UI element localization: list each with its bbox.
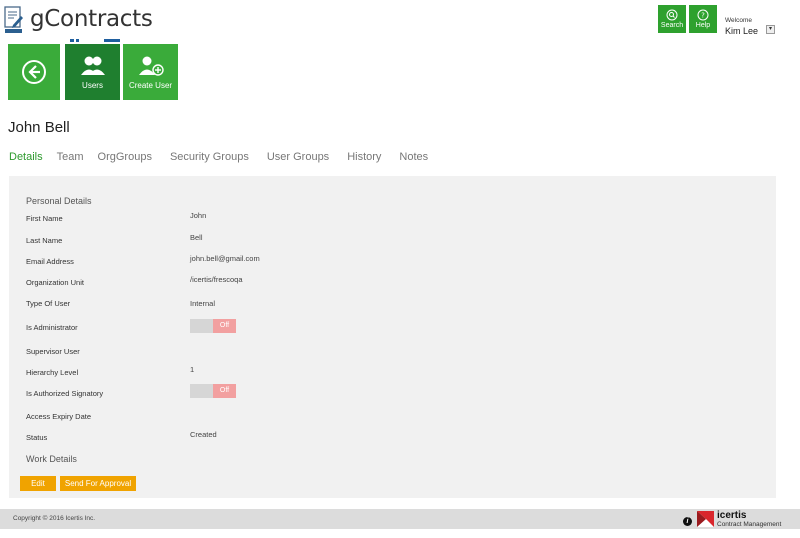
create-user-tile-label: Create User <box>128 80 173 90</box>
value-email-address: john.bell@gmail.com <box>190 254 260 263</box>
label-hierarchy-level: Hierarchy Level <box>26 368 79 377</box>
search-button-label: Search <box>660 21 684 29</box>
tab-notes[interactable]: Notes <box>399 151 428 163</box>
help-button-label: Help <box>695 21 711 29</box>
value-first-name: John <box>190 211 207 220</box>
label-supervisor-user: Supervisor User <box>26 347 80 356</box>
users-tile-label: Users <box>82 80 103 90</box>
icertis-logo <box>697 511 714 527</box>
edit-button[interactable]: Edit <box>20 476 56 491</box>
welcome-label: Welcome <box>725 17 752 24</box>
svg-text:?: ? <box>701 11 705 19</box>
help-button[interactable]: ? Help <box>689 5 717 33</box>
toggle-state: Off <box>213 384 236 398</box>
document-pen-icon <box>4 6 23 33</box>
tab-details[interactable]: Details <box>9 151 43 163</box>
tab-team[interactable]: Team <box>57 151 84 163</box>
app-logo <box>4 5 24 35</box>
page-title: John Bell <box>8 119 70 136</box>
header-decoration <box>66 39 122 43</box>
brand-tagline: Contract Management <box>717 521 782 528</box>
search-button[interactable]: Search <box>658 5 686 33</box>
footer: Copyright © 2016 Icertis Inc. i icertis … <box>0 509 800 529</box>
toggle-state: Off <box>213 319 236 333</box>
is-authorized-signatory-toggle[interactable]: Off <box>190 384 236 398</box>
value-organization-unit: /icertis/frescoqa <box>190 275 243 284</box>
user-menu-caret-icon[interactable]: ▾ <box>766 25 775 34</box>
search-icon <box>666 9 678 20</box>
tab-security-groups[interactable]: Security Groups <box>170 151 249 163</box>
value-type-of-user: Internal <box>190 299 216 308</box>
users-tile[interactable]: Users <box>65 44 120 100</box>
label-status: Status <box>26 433 48 442</box>
send-for-approval-button[interactable]: Send For Approval <box>60 476 136 491</box>
toggle-knob <box>190 319 213 333</box>
back-arrow-icon <box>22 60 46 84</box>
section-personal-details: Personal Details <box>26 196 92 206</box>
label-last-name: Last Name <box>26 236 63 245</box>
create-user-tile[interactable]: Create User <box>123 44 178 100</box>
value-last-name: Bell <box>190 233 203 242</box>
tab-orggroups[interactable]: OrgGroups <box>98 151 152 163</box>
current-user-name[interactable]: Kim Lee <box>725 26 758 36</box>
back-button[interactable] <box>8 44 60 100</box>
add-user-icon <box>138 56 164 76</box>
label-is-administrator: Is Administrator <box>26 323 78 332</box>
is-administrator-toggle[interactable]: Off <box>190 319 236 333</box>
info-icon[interactable]: i <box>683 517 692 526</box>
label-organization-unit: Organization Unit <box>26 278 84 287</box>
label-email-address: Email Address <box>26 257 74 266</box>
label-first-name: First Name <box>26 214 63 223</box>
brand-name: icertis <box>717 510 747 521</box>
help-icon: ? <box>697 9 709 20</box>
section-work-details: Work Details <box>26 454 77 464</box>
copyright-text: Copyright © 2016 Icertis Inc. <box>13 515 96 522</box>
detail-tabs: Details Team OrgGroups Security Groups U… <box>9 151 428 163</box>
details-panel <box>9 176 776 498</box>
tab-user-groups[interactable]: User Groups <box>267 151 329 163</box>
tab-history[interactable]: History <box>347 151 381 163</box>
label-is-authorized-signatory: Is Authorized Signatory <box>26 389 104 398</box>
value-hierarchy-level: 1 <box>190 365 195 374</box>
label-type-of-user: Type Of User <box>26 299 71 308</box>
label-access-expiry-date: Access Expiry Date <box>26 412 92 421</box>
toggle-knob <box>190 384 213 398</box>
app-title: gContracts <box>30 6 153 32</box>
value-status: Created <box>190 430 217 439</box>
users-icon <box>80 56 105 75</box>
